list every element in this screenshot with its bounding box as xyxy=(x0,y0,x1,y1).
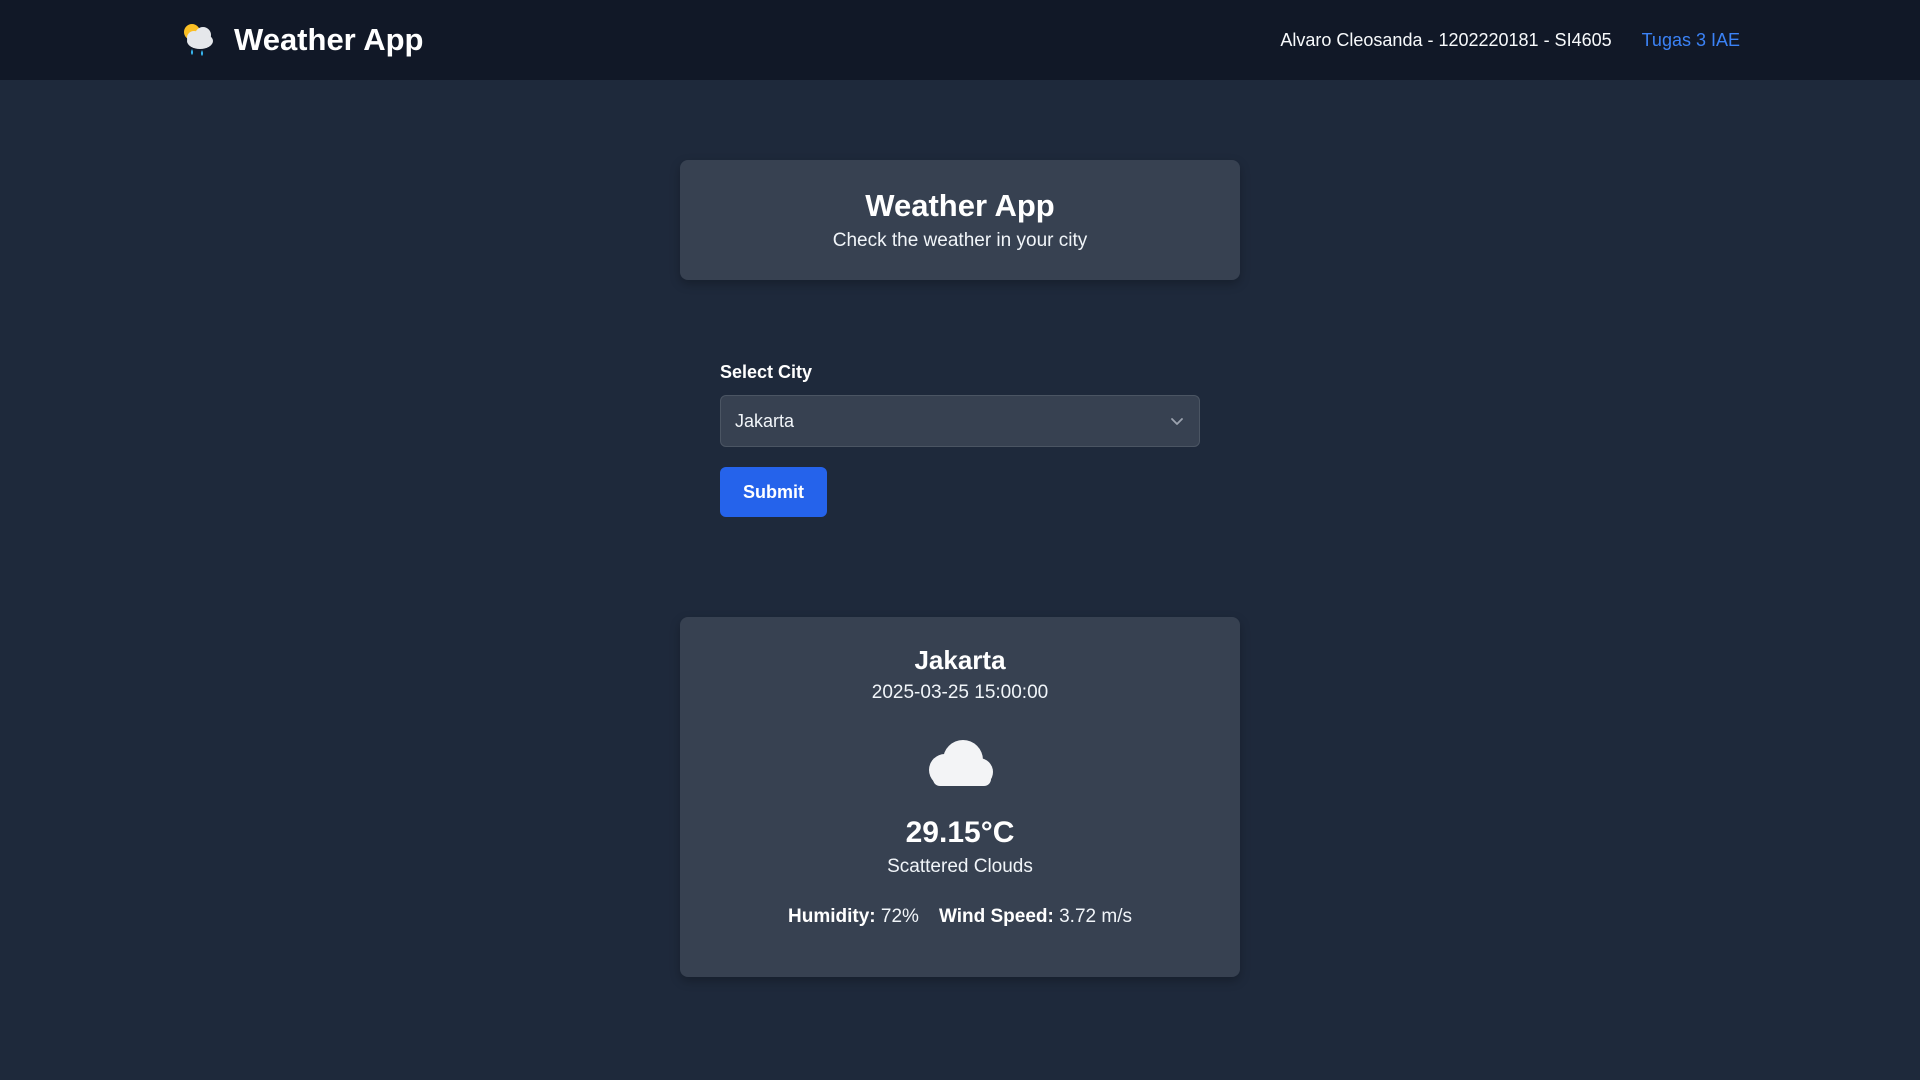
weather-datetime: 2025-03-25 15:00:00 xyxy=(871,682,1049,703)
submit-button[interactable]: Submit xyxy=(720,467,827,517)
city-select[interactable]: Jakarta xyxy=(720,395,1200,447)
app-title: Weather App xyxy=(234,22,424,57)
wind-value: 3.72 m/s xyxy=(1059,906,1132,927)
weather-card: Jakarta 2025-03-25 15:00:00 29.15°C Scat… xyxy=(680,617,1240,977)
city-select-value: Jakarta xyxy=(735,410,795,431)
header-card: Weather App Check the weather in your ci… xyxy=(680,160,1240,280)
cloud-icon xyxy=(929,740,993,786)
navbar: Weather App Alvaro Cleosanda - 120222018… xyxy=(0,0,1920,80)
brand[interactable]: Weather App xyxy=(178,0,423,80)
select-city-label: Select City xyxy=(720,362,813,382)
chevron-down-icon xyxy=(1171,418,1183,425)
page-subtitle: Check the weather in your city xyxy=(832,230,1088,251)
weather-logo-icon xyxy=(184,24,213,56)
author-info: Alvaro Cleosanda - 1202220181 - SI4605 xyxy=(1280,29,1612,50)
humidity-label: Humidity: xyxy=(788,906,876,927)
weather-description: Scattered Clouds xyxy=(887,856,1033,877)
page-title: Weather App xyxy=(865,188,1055,223)
humidity-value: 72% xyxy=(880,906,919,927)
city-name: Jakarta xyxy=(914,645,1006,675)
nav-right: Alvaro Cleosanda - 1202220181 - SI4605 T… xyxy=(1280,0,1740,80)
wind-stat: Wind Speed: 3.72 m/s xyxy=(939,906,1132,928)
weather-stats: Humidity: 72% Wind Speed: 3.72 m/s xyxy=(788,906,1132,928)
assignment-link[interactable]: Tugas 3 IAE xyxy=(1642,30,1740,51)
city-form: Select City Jakarta Submit xyxy=(720,362,1200,517)
wind-label: Wind Speed: xyxy=(938,906,1054,927)
humidity-stat: Humidity: 72% xyxy=(788,906,919,928)
temperature: 29.15°C xyxy=(905,816,1015,849)
